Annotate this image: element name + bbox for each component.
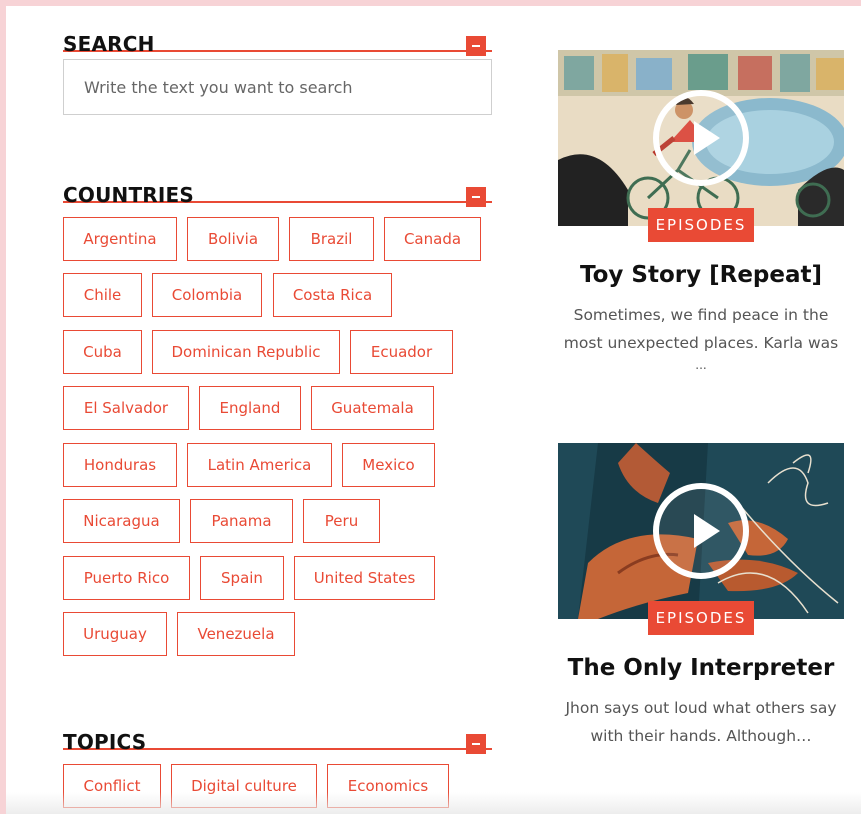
topics-title: TOPICS	[63, 730, 147, 754]
episode-thumbnail-only-interpreter[interactable]	[558, 443, 844, 619]
country-tag-guatemala[interactable]: Guatemala	[311, 386, 434, 430]
excerpt-line: Sometimes, we find peace in the	[573, 306, 829, 324]
search-section-header: SEARCH	[63, 20, 492, 56]
card-excerpt-toy-story: Sometimes, we find peace in the most une…	[558, 301, 844, 373]
countries-collapse-button[interactable]	[466, 187, 486, 207]
country-tag-venezuela[interactable]: Venezuela	[177, 612, 295, 656]
country-tag-bolivia[interactable]: Bolivia	[187, 217, 279, 261]
excerpt-line: ...	[695, 358, 707, 372]
country-tag-spain[interactable]: Spain	[200, 556, 284, 600]
country-tag-costa-rica[interactable]: Costa Rica	[273, 273, 392, 317]
country-tag-cuba[interactable]: Cuba	[63, 330, 142, 374]
minus-icon	[472, 196, 480, 198]
search-title: SEARCH	[63, 32, 155, 56]
country-tag-dominican-republic[interactable]: Dominican Republic	[152, 330, 340, 374]
country-tag-uruguay[interactable]: Uruguay	[63, 612, 167, 656]
country-tag-peru[interactable]: Peru	[303, 499, 380, 543]
card-title-only-interpreter[interactable]: The Only Interpreter	[558, 655, 844, 681]
card-excerpt-only-interpreter: Jhon says out loud what others say with …	[558, 694, 844, 750]
search-collapse-button[interactable]	[466, 36, 486, 56]
excerpt-line: Jhon says out loud what others say	[565, 699, 837, 717]
topics-section-header: TOPICS	[63, 718, 492, 754]
play-icon	[694, 514, 720, 548]
country-tag-panama[interactable]: Panama	[190, 499, 293, 543]
card-title-toy-story[interactable]: Toy Story [Repeat]	[558, 262, 844, 288]
countries-title: COUNTRIES	[63, 183, 195, 207]
country-tag-honduras[interactable]: Honduras	[63, 443, 177, 487]
country-tag-chile[interactable]: Chile	[63, 273, 142, 317]
country-tag-brazil[interactable]: Brazil	[289, 217, 374, 261]
country-tag-mexico[interactable]: Mexico	[342, 443, 435, 487]
episodes-badge[interactable]: EPISODES	[648, 208, 754, 242]
country-tag-latin-america[interactable]: Latin America	[187, 443, 332, 487]
search-input[interactable]	[64, 60, 491, 114]
country-tag-el-salvador[interactable]: El Salvador	[63, 386, 189, 430]
bottom-fade	[6, 792, 861, 814]
countries-section-header: COUNTRIES	[63, 171, 492, 207]
minus-icon	[472, 45, 480, 47]
country-tag-puerto-rico[interactable]: Puerto Rico	[63, 556, 190, 600]
country-tag-united-states[interactable]: United States	[294, 556, 435, 600]
country-tag-argentina[interactable]: Argentina	[63, 217, 177, 261]
excerpt-line: most unexpected places. Karla was	[563, 334, 839, 352]
country-tag-nicaragua[interactable]: Nicaragua	[63, 499, 180, 543]
episodes-badge[interactable]: EPISODES	[648, 601, 754, 635]
minus-icon	[472, 743, 480, 745]
play-button[interactable]	[653, 483, 749, 579]
play-icon	[694, 121, 720, 155]
episode-thumbnail-toy-story[interactable]	[558, 50, 844, 226]
page: SEARCH COUNTRIES Argentina Bolivia Brazi…	[6, 6, 861, 814]
country-tag-ecuador[interactable]: Ecuador	[350, 330, 453, 374]
country-tag-england[interactable]: England	[199, 386, 301, 430]
country-tag-colombia[interactable]: Colombia	[152, 273, 262, 317]
play-button[interactable]	[653, 90, 749, 186]
search-box	[63, 59, 492, 115]
topics-collapse-button[interactable]	[466, 734, 486, 754]
excerpt-line: with their hands. Although…	[590, 727, 812, 745]
country-tag-canada[interactable]: Canada	[384, 217, 481, 261]
